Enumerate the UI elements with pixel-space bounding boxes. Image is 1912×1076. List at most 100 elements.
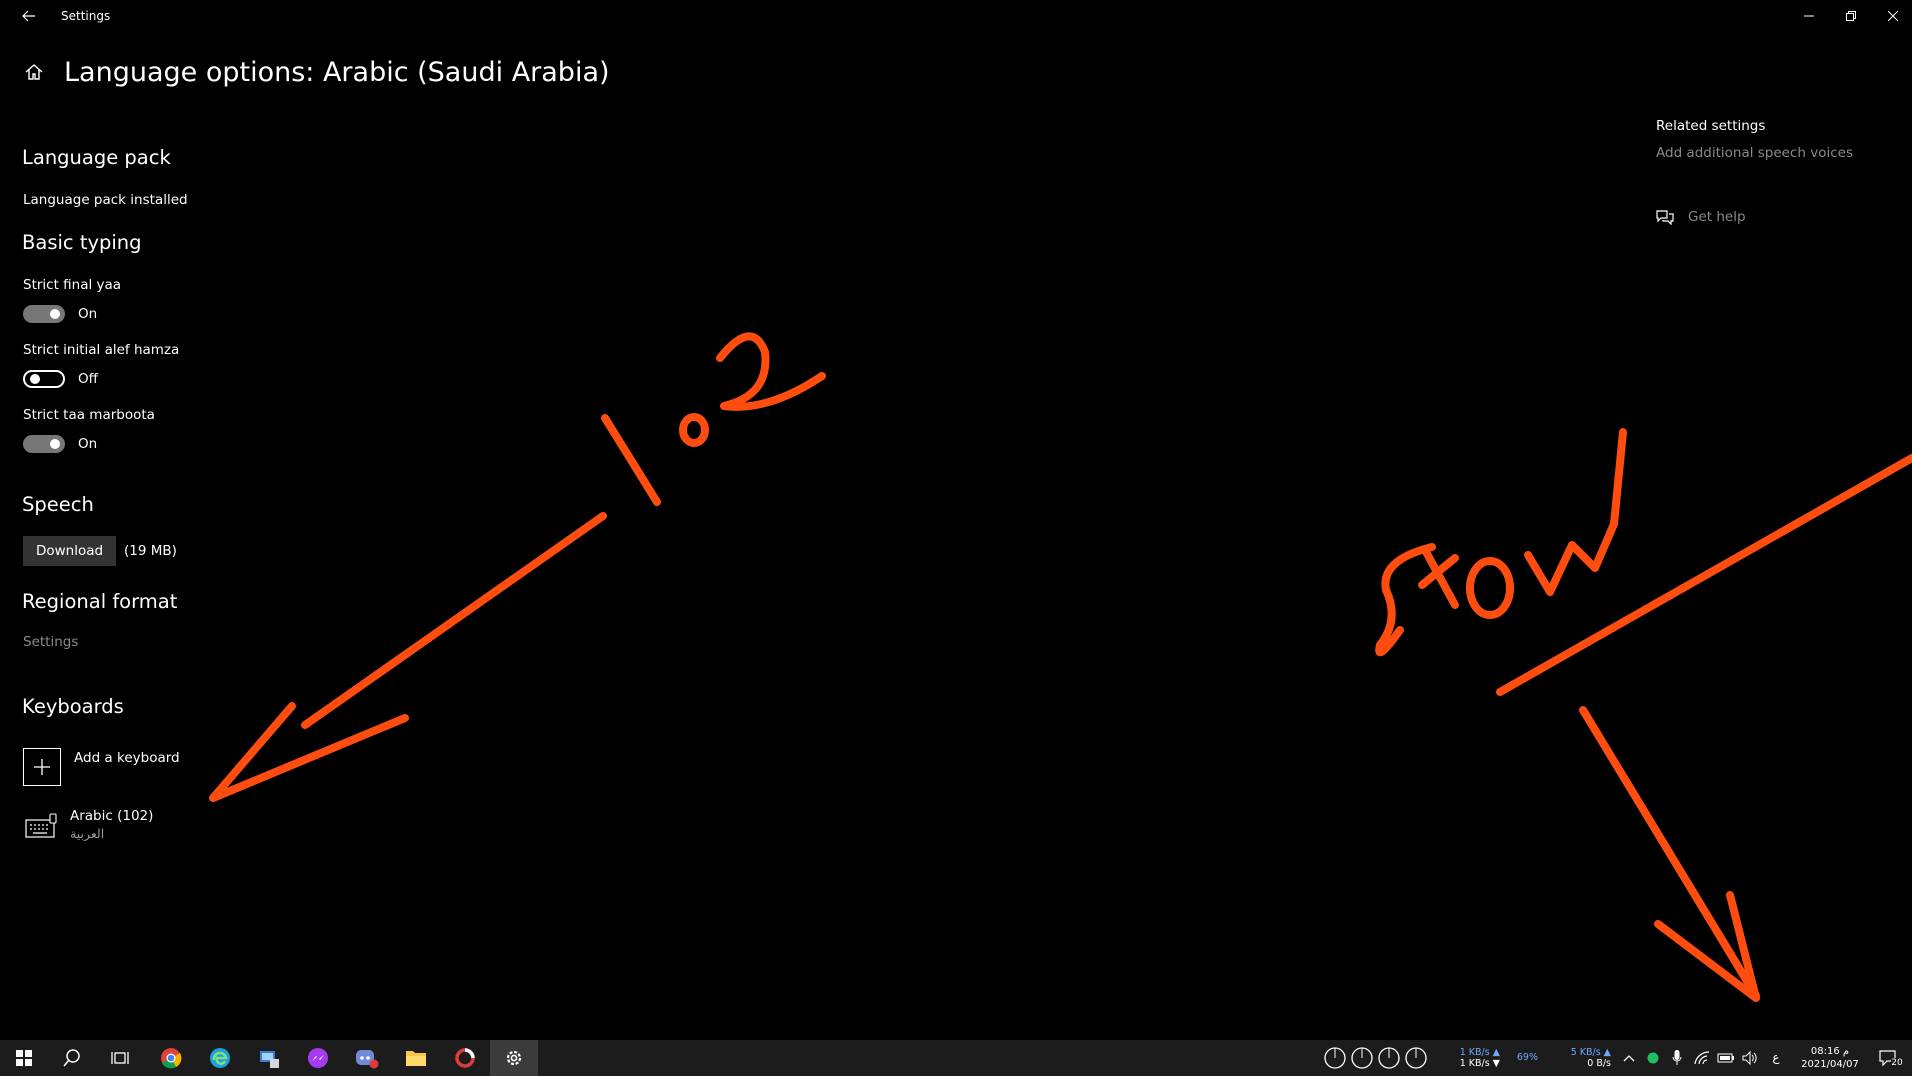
cpu-gauge-icon: [1405, 1047, 1427, 1069]
annotation-letter-o: [679, 413, 709, 447]
recorder-taskbar-button[interactable]: [441, 1040, 489, 1076]
net1-upload: 1 KB/s ▲: [1459, 1047, 1500, 1058]
language-pack-heading: Language pack: [22, 146, 171, 169]
discord-icon: [356, 1050, 379, 1069]
add-keyboard-button[interactable]: Add a keyboard: [23, 748, 180, 786]
app-title: Settings: [61, 9, 111, 23]
keyboard-native-name: العربية: [70, 826, 105, 841]
wifi-tray[interactable]: [1691, 1040, 1713, 1076]
home-icon: [25, 64, 43, 80]
action-center-button[interactable]: 20: [1872, 1040, 1910, 1076]
close-icon: [1888, 11, 1898, 21]
title-bar: Settings: [0, 0, 1912, 32]
chat-help-icon: [1656, 210, 1674, 225]
annotation-arrow-down-shaft: [1579, 706, 1760, 1000]
cpu-gauge-icon: [1378, 1047, 1400, 1069]
related-settings: Related settings Add additional speech v…: [1656, 118, 1853, 161]
toggle-state: On: [78, 306, 98, 322]
get-help-label: Get help: [1688, 209, 1746, 225]
task-view-button[interactable]: [96, 1040, 144, 1076]
search-button[interactable]: [48, 1040, 96, 1076]
back-button[interactable]: [12, 2, 46, 30]
green-status-icon: [1647, 1052, 1659, 1064]
plus-icon: [23, 748, 61, 786]
annotation-arrow-down-head: [1654, 891, 1760, 1002]
speech-download-button[interactable]: Download: [23, 536, 116, 566]
add-speech-voices-link[interactable]: Add additional speech voices: [1656, 145, 1853, 161]
page-title: Language options: Arabic (Saudi Arabia): [64, 56, 610, 88]
status-dot-tray[interactable]: [1643, 1040, 1663, 1076]
basic-typing-heading: Basic typing: [22, 231, 142, 254]
network-app-taskbar-button[interactable]: [245, 1040, 293, 1076]
annotation-letter-o-2: [1466, 557, 1514, 619]
windows-logo-icon: [16, 1050, 32, 1066]
chrome-taskbar-button[interactable]: [147, 1040, 195, 1076]
add-keyboard-label: Add a keyboard: [74, 750, 180, 766]
minimize-icon: [1804, 15, 1814, 17]
keyboards-heading: Keyboards: [22, 695, 124, 718]
annotation-digit-2: [716, 332, 826, 411]
edge-taskbar-button[interactable]: [196, 1040, 244, 1076]
regional-format-settings-link[interactable]: Settings: [23, 634, 78, 650]
annotation-arrow-left-shaft: [301, 512, 607, 729]
annotation-digit-1: [601, 414, 661, 506]
toggle-switch[interactable]: [23, 435, 65, 453]
strict-initial-alef-hamza-toggle[interactable]: Off: [23, 370, 98, 388]
annotation-layer: 1o2: [209, 332, 1912, 1002]
strict-final-yaa-toggle[interactable]: On: [23, 305, 97, 323]
microphone-icon: [1672, 1050, 1682, 1065]
language-pack-status: Language pack installed: [23, 192, 188, 208]
clock[interactable]: 08:16 م 2021/04/07: [1796, 1045, 1864, 1071]
net2-upload: 5 KB/s ▲: [1570, 1047, 1611, 1058]
strict-taa-marboota-toggle[interactable]: On: [23, 435, 97, 453]
keyboard-item-arabic-102[interactable]: Arabic (102) العربية: [23, 808, 153, 844]
page-header: Language options: Arabic (Saudi Arabia): [20, 52, 610, 92]
minimize-button[interactable]: [1786, 0, 1832, 32]
discord-taskbar-button[interactable]: [343, 1040, 391, 1076]
taskbar: 1 KB/s ▲ 1 KB/s ▼ 69% 5 KB/s ▲ 0 B/s ع 0…: [0, 1040, 1912, 1076]
show-hidden-icons-button[interactable]: [1619, 1040, 1639, 1076]
toggle-switch[interactable]: [23, 305, 65, 323]
volume-tray[interactable]: [1739, 1040, 1761, 1076]
chrome-icon: [161, 1048, 182, 1069]
toggle-state: On: [78, 436, 98, 452]
speech-heading: Speech: [22, 493, 94, 516]
input-language-indicator[interactable]: ع: [1770, 1051, 1782, 1063]
messenger-taskbar-button[interactable]: [294, 1040, 342, 1076]
folder-icon: [406, 1051, 426, 1066]
network-speed-2: 5 KB/s ▲ 0 B/s: [1553, 1047, 1611, 1069]
strict-taa-marboota-label: Strict taa marboota: [23, 407, 155, 423]
home-button[interactable]: [20, 58, 48, 86]
battery-tray[interactable]: [1715, 1040, 1737, 1076]
strict-final-yaa-label: Strict final yaa: [23, 277, 122, 293]
chevron-up-icon: [1623, 1055, 1635, 1062]
get-help-link[interactable]: Get help: [1656, 209, 1746, 225]
network-speed-1: 1 KB/s ▲ 1 KB/s ▼: [1441, 1047, 1500, 1069]
clock-time: 08:16 م: [1810, 1046, 1850, 1057]
annotation-arrow-left-head: [209, 702, 409, 802]
search-icon: [63, 1049, 80, 1067]
toggle-switch[interactable]: [23, 370, 65, 388]
notification-count: 20: [1891, 1058, 1903, 1068]
microphone-tray[interactable]: [1667, 1040, 1687, 1076]
cpu-gauge-icon: [1351, 1047, 1373, 1069]
start-button[interactable]: [0, 1040, 48, 1076]
restore-icon: [1846, 11, 1856, 21]
circular-app-icon: [455, 1048, 475, 1068]
speech-download-size: (19 MB): [124, 543, 177, 559]
annotation-arrow-right-shaft: [1496, 454, 1912, 696]
annotation-letter-s: [1375, 543, 1436, 657]
cpu-core-gauges: [1323, 1046, 1428, 1070]
keyboard-icon: [23, 808, 59, 844]
task-view-icon: [111, 1052, 129, 1064]
file-explorer-taskbar-button[interactable]: [392, 1040, 440, 1076]
settings-taskbar-button[interactable]: [490, 1040, 538, 1076]
net2-download: 0 B/s: [1587, 1058, 1611, 1069]
cpu-gauge-icon: [1324, 1047, 1346, 1069]
related-settings-heading: Related settings: [1656, 118, 1766, 134]
close-button[interactable]: [1870, 0, 1912, 32]
net1-download: 1 KB/s ▼: [1459, 1058, 1500, 1069]
restore-button[interactable]: [1828, 0, 1874, 32]
annotation-letter-h: [1418, 546, 1459, 609]
wifi-icon: [1694, 1051, 1710, 1065]
